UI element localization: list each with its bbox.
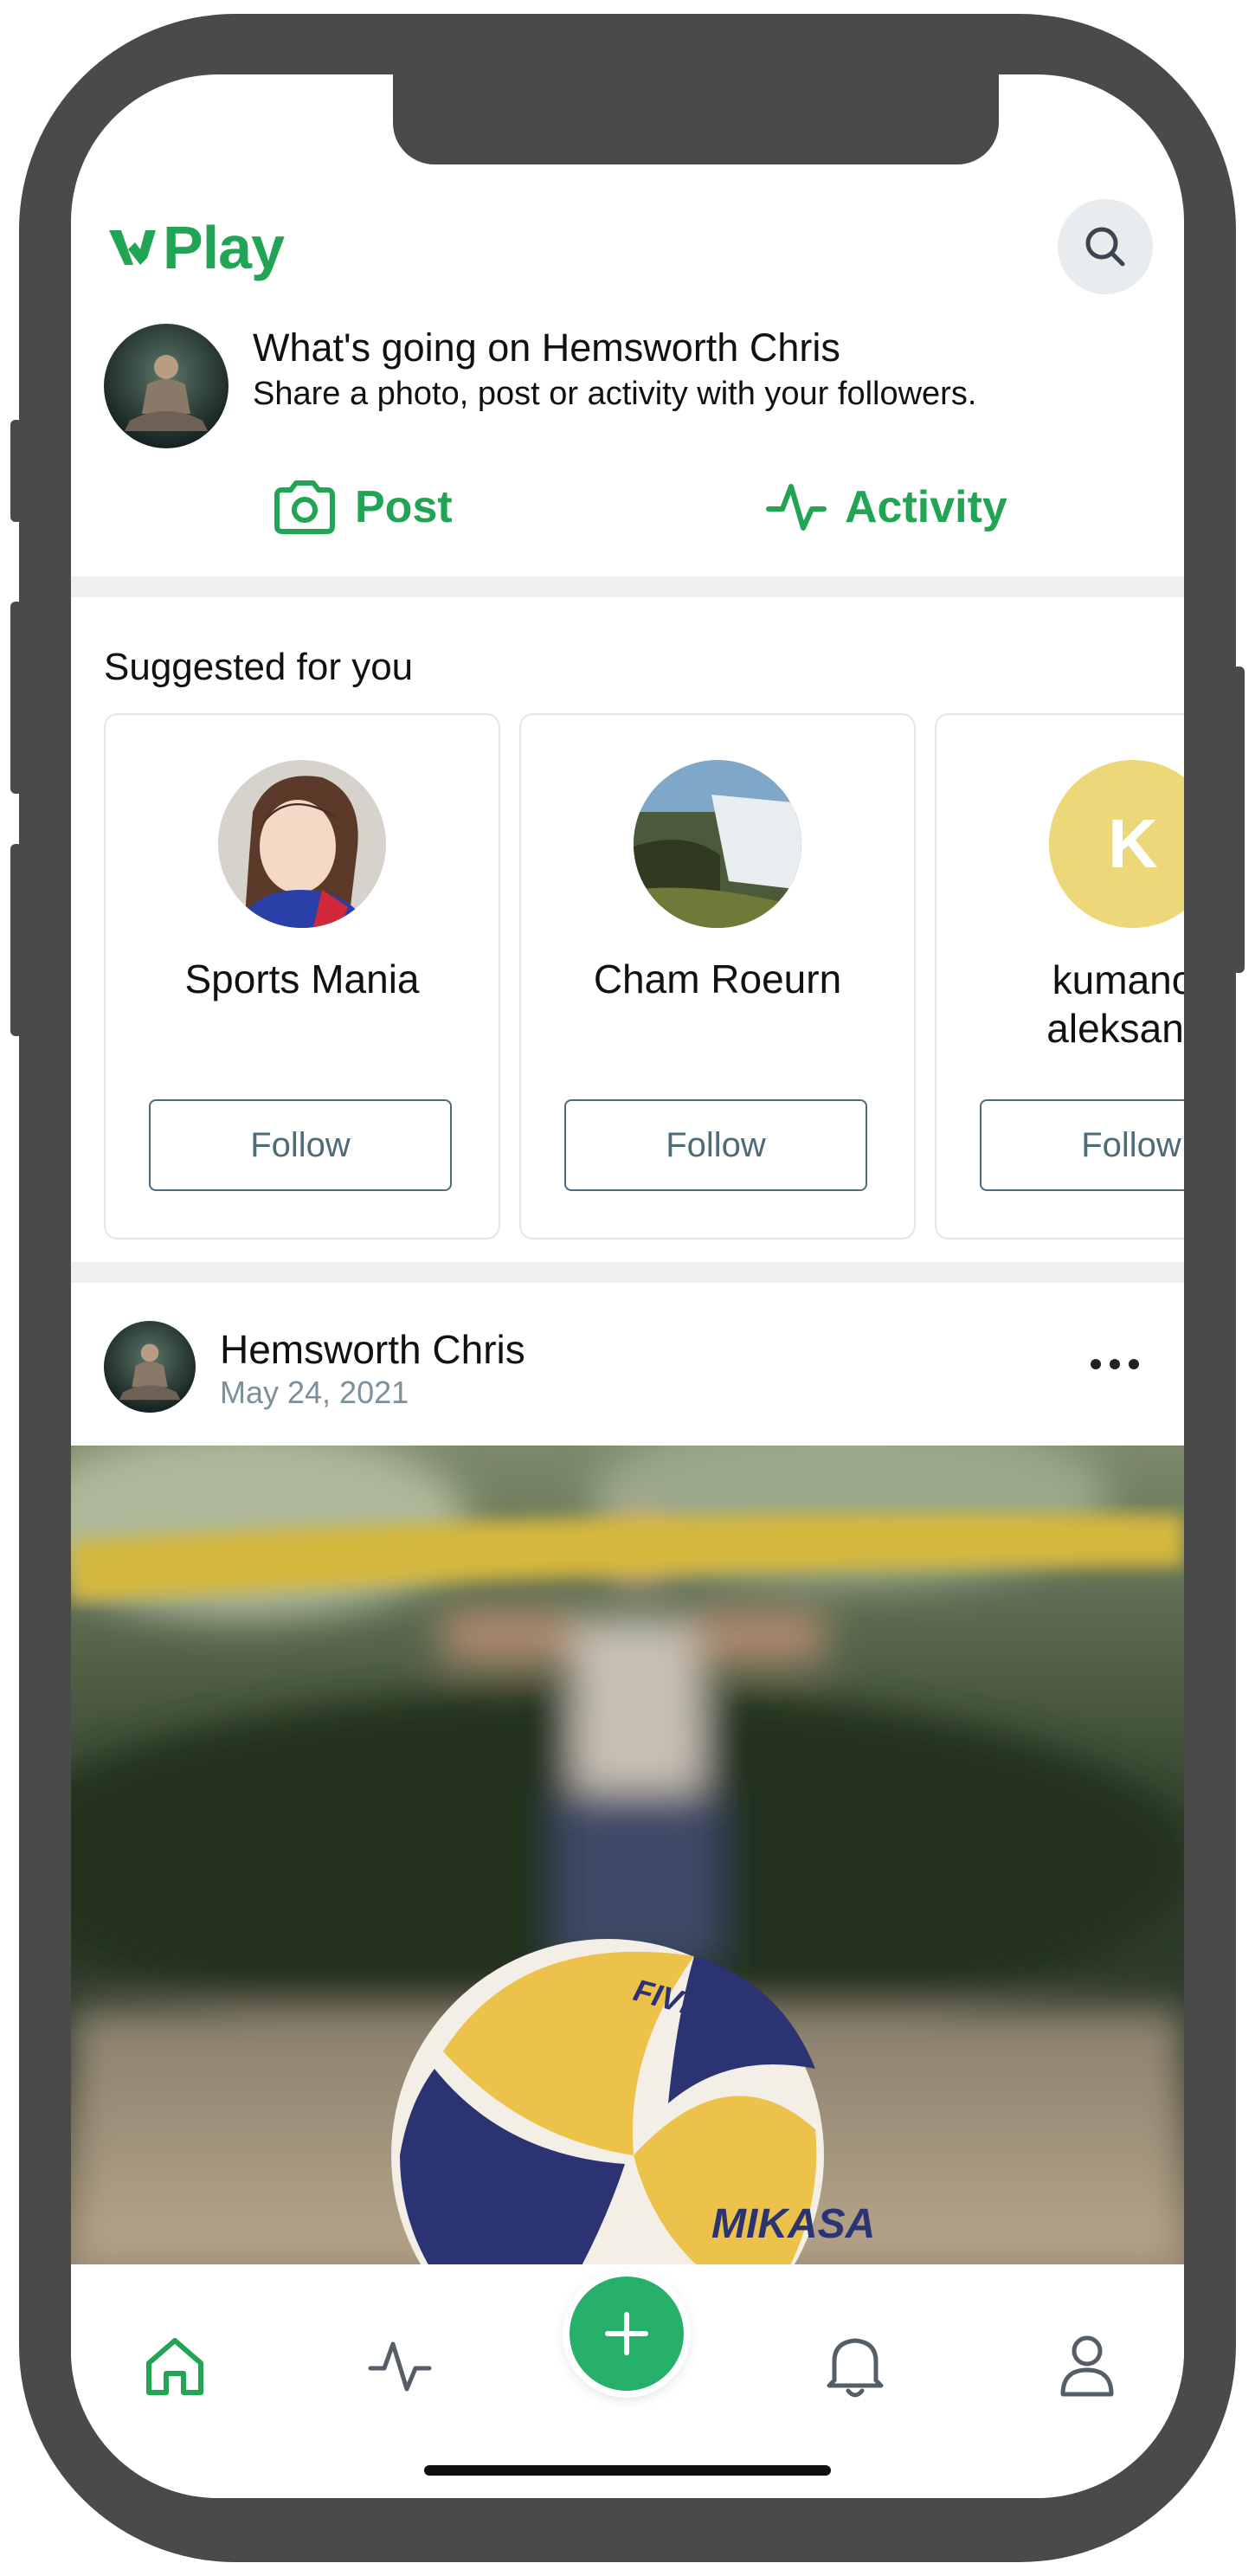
add-button[interactable] — [570, 2277, 684, 2391]
suggestion-name-line1: kumanov — [1052, 957, 1184, 1002]
search-button[interactable] — [1058, 199, 1153, 294]
more-options-icon[interactable] — [1091, 1359, 1139, 1369]
suggestion-card[interactable]: Cham Roeurn Follow — [519, 713, 916, 1240]
volume-up-button — [10, 602, 23, 794]
logo-text: Play — [163, 214, 285, 281]
suggested-title: Suggested for you — [104, 646, 414, 688]
suggestion-card[interactable]: K kumanov aleksandr Follow — [935, 713, 1184, 1240]
app-logo: Play — [106, 213, 285, 282]
screen: Play What's going on Hemsworth Chris Sha… — [71, 74, 1184, 2498]
profile-icon[interactable] — [1054, 2330, 1120, 2399]
home-indicator — [424, 2465, 831, 2476]
home-icon[interactable] — [142, 2334, 208, 2399]
post-action-label: Post — [355, 482, 453, 532]
suggestion-avatar — [634, 760, 801, 928]
post-image[interactable]: MIKASA FIVB Beach Classic — [71, 1446, 1184, 2264]
logo-mark-icon — [109, 230, 156, 265]
post-action-button[interactable]: Post — [272, 480, 453, 535]
bell-icon[interactable] — [822, 2330, 888, 2399]
activity-action-button[interactable]: Activity — [765, 480, 1007, 535]
follow-button[interactable]: Follow — [980, 1099, 1184, 1191]
suggestion-name-line2: aleksandr — [1046, 1006, 1184, 1051]
notch — [393, 74, 999, 164]
composer-title[interactable]: What's going on Hemsworth Chris — [253, 325, 840, 370]
volume-down-button — [10, 844, 23, 1036]
search-icon — [1085, 227, 1125, 267]
suggestion-avatar-initial: K — [1049, 760, 1184, 928]
post-author-name[interactable]: Hemsworth Chris — [220, 1326, 525, 1373]
follow-button[interactable]: Follow — [564, 1099, 867, 1191]
suggestion-name: Cham Roeurn — [593, 956, 842, 1001]
composer-subtitle: Share a photo, post or activity with you… — [253, 376, 977, 412]
section-divider — [71, 576, 1184, 597]
suggestion-card[interactable]: Sports Mania Follow — [104, 713, 500, 1240]
post-date: May 24, 2021 — [220, 1375, 409, 1410]
power-button — [1232, 667, 1245, 973]
mute-switch — [10, 420, 23, 522]
avatar-initial: K — [1108, 805, 1158, 882]
suggestion-avatar — [218, 760, 386, 928]
camera-icon — [274, 480, 335, 534]
follow-button[interactable]: Follow — [149, 1099, 452, 1191]
section-divider — [71, 1262, 1184, 1283]
post-author-avatar[interactable] — [104, 1321, 196, 1413]
activity-tab-icon[interactable] — [367, 2337, 433, 2396]
suggestion-name: Sports Mania — [184, 956, 420, 1001]
user-avatar[interactable] — [104, 324, 228, 448]
svg-text:MIKASA: MIKASA — [711, 2201, 875, 2247]
activity-action-label: Activity — [845, 482, 1007, 532]
add-icon — [605, 2312, 648, 2355]
activity-icon — [766, 484, 827, 531]
suggestion-name: kumanov aleksandr — [936, 956, 1184, 1053]
